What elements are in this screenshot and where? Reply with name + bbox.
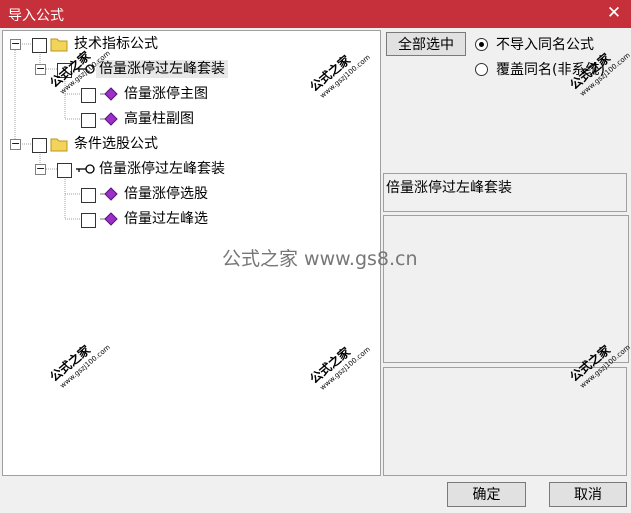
formula-label: 高量柱副图 — [124, 111, 194, 127]
formula-icon — [100, 187, 118, 201]
folder-icon — [50, 38, 68, 52]
formula-checkbox[interactable] — [81, 188, 96, 203]
key-icon — [76, 64, 95, 74]
group-label: 技术指标公式 — [74, 36, 158, 52]
select-all-button[interactable]: 全部选中 — [386, 32, 466, 56]
radio-skip-indicator[interactable] — [475, 38, 488, 51]
close-icon[interactable]: ✕ — [605, 3, 623, 23]
formula-icon — [100, 87, 118, 101]
formula-tree[interactable]: − 技术指标公式 − 倍量涨停过左峰套装 倍量涨停主图 高量柱副图 − 条件选股… — [2, 30, 381, 476]
key-icon — [76, 164, 95, 174]
tree-leaf[interactable]: 倍量涨停选股 — [3, 182, 373, 206]
collapse-icon[interactable]: − — [35, 163, 46, 175]
formula-info-box[interactable] — [383, 367, 627, 476]
radio-overwrite-label: 覆盖同名(非系统) — [496, 62, 605, 78]
suite-checkbox[interactable] — [57, 63, 72, 78]
group-label: 条件选股公式 — [74, 136, 158, 152]
suite-label: 倍量涨停过左峰套装 — [99, 161, 225, 177]
radio-skip-duplicates[interactable]: 不导入同名公式 — [475, 35, 625, 55]
folder-icon — [50, 138, 68, 152]
radio-skip-label: 不导入同名公式 — [496, 37, 594, 53]
tree-leaf[interactable]: 高量柱副图 — [3, 107, 373, 131]
group-checkbox[interactable] — [32, 138, 47, 153]
tree-leaf[interactable]: 倍量过左峰选 — [3, 207, 373, 231]
title-bar: 导入公式 ✕ — [0, 0, 631, 28]
tree-node-suite[interactable]: − 倍量涨停过左峰套装 — [3, 157, 373, 181]
tree-node-suite[interactable]: − 倍量涨停过左峰套装 — [3, 57, 373, 81]
window-title: 导入公式 — [8, 8, 64, 24]
collapse-icon[interactable]: − — [10, 138, 21, 150]
group-checkbox[interactable] — [32, 38, 47, 53]
tree-node-group[interactable]: − 条件选股公式 — [3, 132, 373, 156]
suite-checkbox[interactable] — [57, 163, 72, 178]
formula-checkbox[interactable] — [81, 88, 96, 103]
formula-label: 倍量涨停选股 — [124, 186, 208, 202]
formula-label: 倍量涨停主图 — [124, 86, 208, 102]
suite-label: 倍量涨停过左峰套装 — [96, 60, 228, 78]
formula-label: 倍量过左峰选 — [124, 211, 208, 227]
collapse-icon[interactable]: − — [10, 38, 21, 50]
formula-checkbox[interactable] — [81, 213, 96, 228]
radio-overwrite-duplicates[interactable]: 覆盖同名(非系统) — [475, 60, 625, 80]
radio-overwrite-indicator[interactable] — [475, 63, 488, 76]
tree-node-group[interactable]: − 技术指标公式 — [3, 32, 373, 56]
collapse-icon[interactable]: − — [35, 63, 46, 75]
formula-icon — [100, 112, 118, 126]
cancel-button[interactable]: 取消 — [549, 482, 627, 507]
formula-icon — [100, 212, 118, 226]
tree-leaf[interactable]: 倍量涨停主图 — [3, 82, 373, 106]
formula-name-display: 倍量涨停过左峰套装 — [383, 173, 627, 212]
formula-checkbox[interactable] — [81, 113, 96, 128]
formula-description-box[interactable] — [383, 215, 629, 363]
ok-button[interactable]: 确定 — [447, 482, 526, 507]
